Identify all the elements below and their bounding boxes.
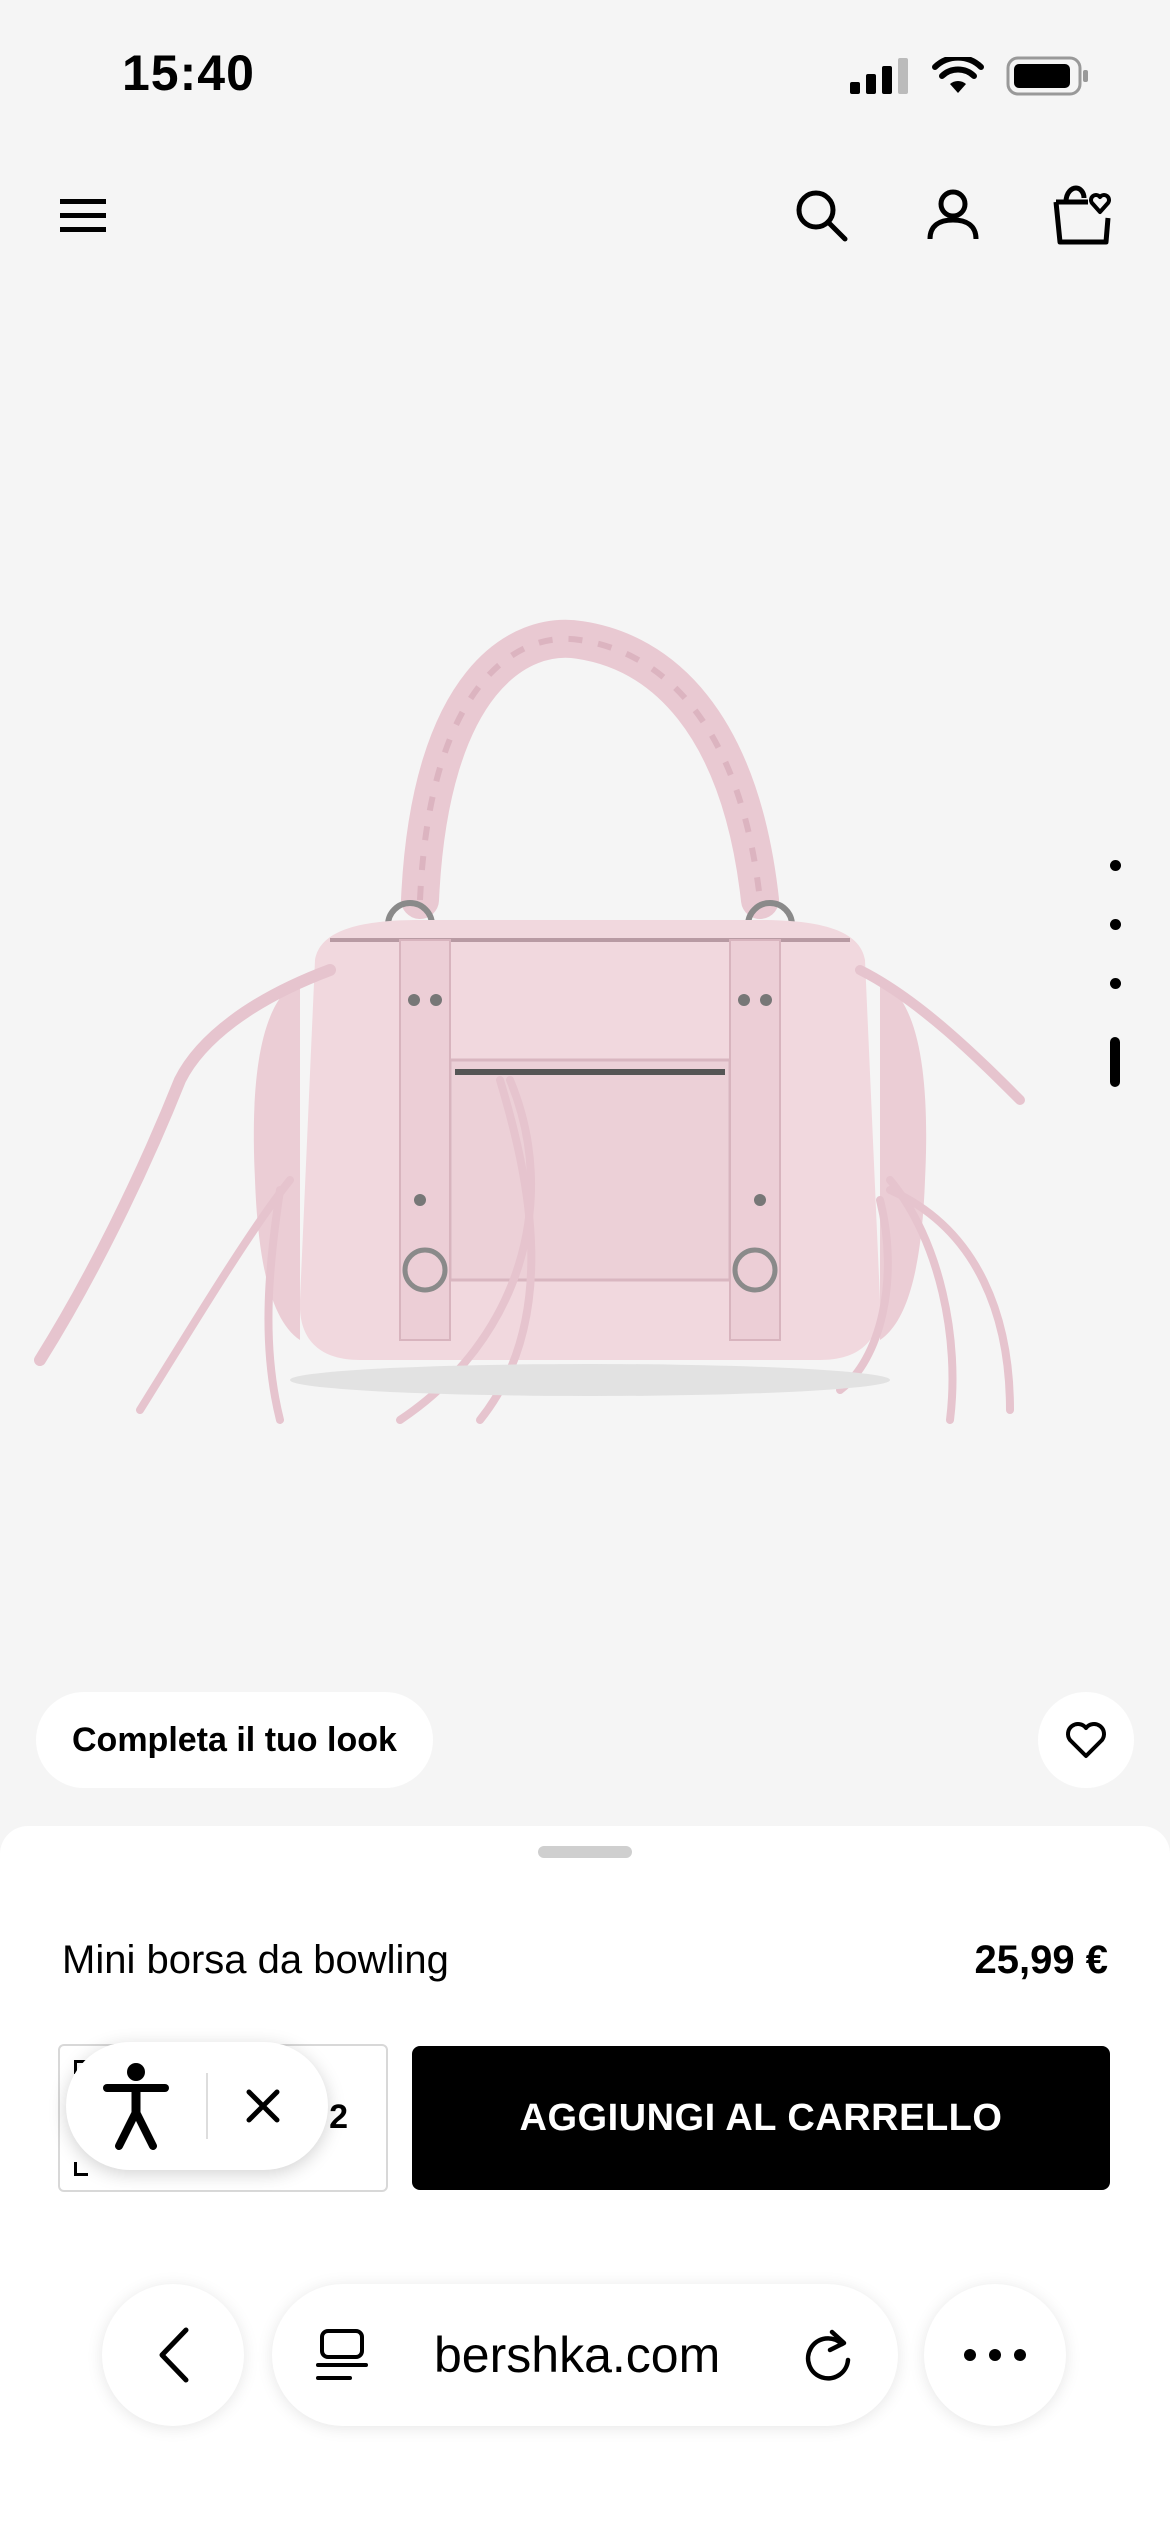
bag-button[interactable] <box>1038 170 1128 260</box>
carousel-indicator[interactable] <box>1100 860 1130 1087</box>
back-button[interactable] <box>102 2284 244 2426</box>
size-value: 2 <box>329 2098 348 2136</box>
carousel-dot[interactable] <box>1109 978 1121 989</box>
status-icons <box>850 56 1090 96</box>
user-icon <box>927 189 979 240</box>
carousel-dot[interactable] <box>1109 860 1121 871</box>
close-icon <box>246 2089 280 2123</box>
accessibility-close-button[interactable] <box>208 2042 318 2170</box>
product-name: Mini borsa da bowling <box>62 1938 449 1982</box>
accessibility-widget[interactable] <box>66 2042 328 2170</box>
chevron-left-icon <box>159 2327 189 2383</box>
more-options-button[interactable] <box>924 2284 1066 2426</box>
wishlist-button[interactable] <box>1038 1692 1134 1788</box>
hamburger-menu-icon <box>60 199 106 232</box>
reload-icon[interactable] <box>802 2328 854 2382</box>
complete-look-button[interactable]: Completa il tuo look <box>36 1692 433 1788</box>
shopping-bag-heart-icon <box>1053 185 1111 245</box>
sheet-handle[interactable] <box>538 1846 632 1858</box>
account-button[interactable] <box>908 170 998 260</box>
address-bar[interactable]: bershka.com <box>272 2284 898 2426</box>
heart-icon <box>1066 1722 1106 1758</box>
search-icon <box>796 190 848 242</box>
browser-toolbar: bershka.com <box>0 2284 1170 2430</box>
accessibility-button[interactable] <box>66 2042 206 2170</box>
ellipsis-icon <box>964 2349 1026 2361</box>
product-price: 25,99 € <box>974 1938 1108 1982</box>
accessibility-icon <box>103 2063 169 2150</box>
wifi-icon <box>932 57 984 93</box>
search-button[interactable] <box>776 170 866 260</box>
url-text: bershka.com <box>434 2327 721 2383</box>
status-bar: 15:40 <box>0 0 1170 140</box>
add-to-cart-button[interactable]: AGGIUNGI AL CARRELLO <box>412 2046 1110 2190</box>
cellular-signal-icon <box>850 58 908 94</box>
status-time: 15:40 <box>122 45 255 101</box>
carousel-dot-active[interactable] <box>1110 1037 1120 1087</box>
complete-look-label: Completa il tuo look <box>72 1720 397 1759</box>
battery-icon <box>1006 56 1088 96</box>
handbag-illustration <box>34 619 1025 1424</box>
carousel-dot[interactable] <box>1109 919 1121 930</box>
reader-mode-icon <box>316 2329 368 2380</box>
site-header <box>0 170 1170 260</box>
menu-button[interactable] <box>38 170 128 260</box>
product-image[interactable] <box>0 280 1170 1680</box>
